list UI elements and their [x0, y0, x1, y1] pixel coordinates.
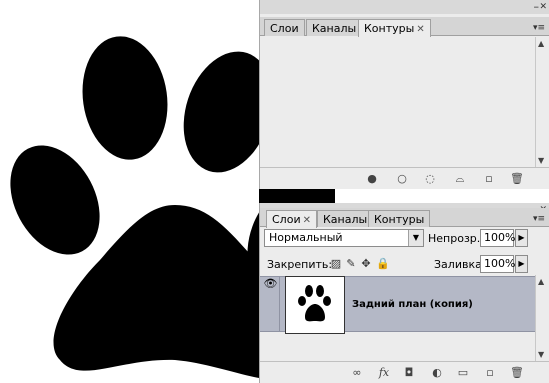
fill-label: Заливка:	[434, 258, 486, 271]
tab-close-icon[interactable]: ✕	[416, 24, 424, 35]
paths-panel: – ✕ Слои Каналы Контуры ✕ ▾≡ ▲ ▼ ● ○ ◌ ⌓ …	[259, 0, 549, 189]
trash-icon[interactable]: 🗑	[510, 366, 524, 380]
stroke-path-icon[interactable]: ○	[395, 172, 409, 186]
new-layer-icon[interactable]: ▫	[483, 366, 497, 380]
fill-path-icon[interactable]: ●	[365, 172, 379, 186]
adjustment-icon[interactable]: ◐	[430, 366, 444, 380]
paths-tabbar: Слои Каналы Контуры ✕ ▾≡	[260, 17, 549, 37]
panel-menu-icon[interactable]: ▾≡	[533, 22, 545, 34]
tab-layers[interactable]: Слои	[264, 19, 305, 36]
minimize-icon[interactable]: –	[534, 1, 540, 12]
chevron-down-icon[interactable]: ▼	[408, 230, 423, 246]
lock-transparency-icon[interactable]: ▨	[330, 258, 342, 270]
tab-layers[interactable]: Слои ✕	[266, 210, 317, 228]
fx-icon[interactable]: fx	[374, 366, 394, 380]
eye-icon[interactable]: 👁	[262, 277, 280, 331]
blend-mode-select[interactable]: Нормальный ▼	[264, 229, 424, 247]
layer-name[interactable]: Задний план (копия)	[352, 299, 473, 310]
fill-input[interactable]: 100%	[480, 255, 515, 273]
link-icon[interactable]: ∞	[348, 366, 366, 380]
layers-panel: – ✕ Слои✕ Каналы Контуры ▾≡ Нормальный ▼…	[259, 203, 549, 383]
opacity-input[interactable]: 100%	[480, 229, 515, 247]
layers-bottom-bar: ∞ fx ◘ ◐ ▭ ▫ 🗑	[260, 361, 549, 383]
tab-paths[interactable]: Контуры	[368, 210, 431, 227]
paths-bottom-bar: ● ○ ◌ ⌓ ▫ 🗑	[260, 167, 549, 189]
tab-paths[interactable]: Контуры ✕	[358, 19, 431, 37]
layer-thumbnail	[285, 276, 345, 334]
layer-row[interactable]: 👁 Задний план (копия)	[260, 276, 536, 334]
opacity-label: Непрозр.:	[428, 232, 484, 245]
lock-all-icon[interactable]: 🔒	[376, 258, 390, 270]
lock-brush-icon[interactable]: ✎	[345, 258, 357, 270]
layers-tabbar: Слои ✕ Каналы Контуры ▾≡	[260, 208, 549, 228]
panel-header: – ✕	[260, 0, 549, 14]
scroll-down-icon[interactable]: ▼	[538, 156, 544, 165]
mask-icon[interactable]: ◘	[402, 366, 416, 380]
scroll-down-icon[interactable]: ▼	[538, 350, 544, 359]
opacity-arrow-button[interactable]: ▶	[515, 229, 528, 247]
new-path-icon[interactable]: ▫	[482, 172, 496, 186]
scroll-up-icon[interactable]: ▲	[538, 277, 544, 286]
tab-close-icon[interactable]: ✕	[303, 215, 311, 226]
delete-path-icon[interactable]: 🗑	[510, 172, 524, 186]
load-selection-icon[interactable]: ◌	[423, 172, 437, 186]
lock-move-icon[interactable]: ✥	[360, 258, 372, 270]
tab-channels[interactable]: Каналы	[306, 19, 363, 36]
fill-arrow-button[interactable]: ▶	[515, 255, 528, 273]
scroll-up-icon[interactable]: ▲	[538, 39, 544, 48]
paw-thumbnail-icon	[298, 285, 331, 322]
paths-scrollbar[interactable]: ▲ ▼	[535, 37, 549, 167]
layers-scrollbar[interactable]: ▲ ▼	[535, 275, 549, 361]
make-work-path-icon[interactable]: ⌓	[450, 172, 470, 186]
canvas-edge	[259, 188, 335, 204]
close-icon[interactable]: ✕	[539, 2, 547, 12]
lock-label: Закрепить:	[267, 258, 333, 271]
paths-list	[260, 37, 535, 167]
group-icon[interactable]: ▭	[456, 366, 470, 380]
tab-channels[interactable]: Каналы	[317, 210, 374, 227]
panel-menu-icon[interactable]: ▾≡	[533, 213, 545, 225]
